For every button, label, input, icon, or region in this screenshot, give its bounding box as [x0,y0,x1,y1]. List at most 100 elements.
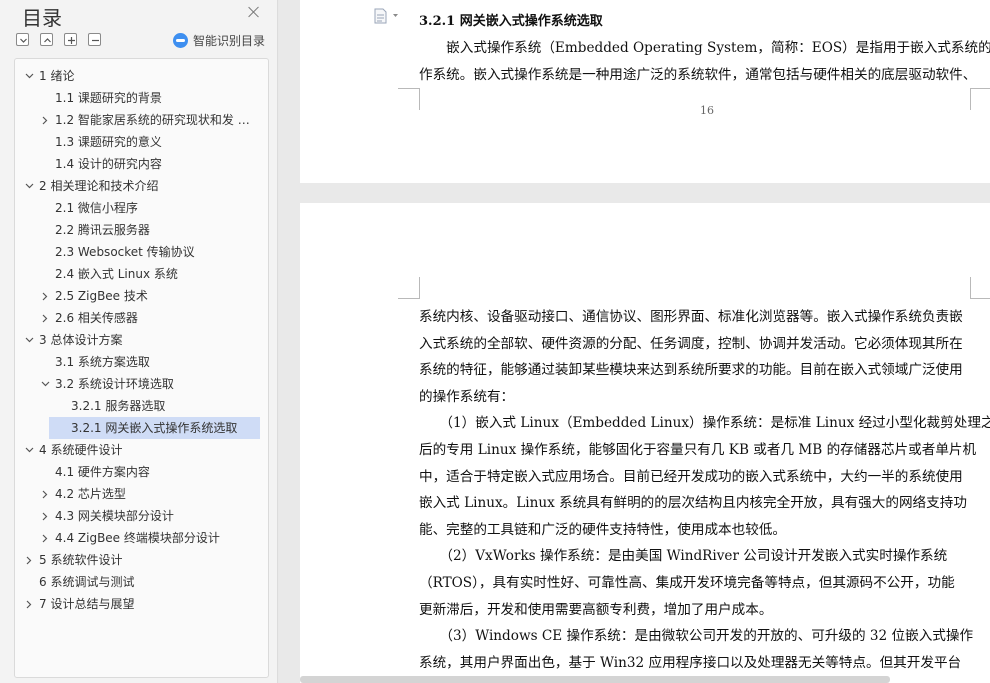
smart-toc-button[interactable]: 智能识别目录 [173,32,265,49]
toc-item[interactable]: 4.4 ZigBee 终端模块部分设计 [15,527,268,549]
paragraph-line: （2）VxWorks 操作系统：是由美国 WindRiver 公司设计开发嵌入式… [419,548,948,565]
paragraph-line: 能、完整的工具链和广泛的硬件支持特性，使用成本也较低。 [419,521,787,538]
toc-item-label: 1.1 课题研究的背景 [55,91,162,105]
toc-item[interactable]: 3.1 系统方案选取 [15,351,268,373]
toc-title: 目录 [22,6,62,30]
toc-item-label: 7 设计总结与展望 [39,597,135,611]
paragraph-line: 的操作系统有： [419,388,515,405]
toc-item-label: 4.4 ZigBee 终端模块部分设计 [55,531,220,545]
toc-item[interactable]: 4.2 芯片选型 [15,483,268,505]
toc-item-label: 2.2 腾讯云服务器 [55,223,150,237]
paragraph-line: 入式系统的全部软、硬件资源的分配、任务调度，控制、协调并发活动。它必须体现其所在 [419,335,963,352]
toc-item-label: 4.3 网关模块部分设计 [55,509,174,523]
collapse-icon[interactable] [88,33,101,46]
toc-item[interactable]: 4.1 硬件方案内容 [15,461,268,483]
paragraph-line: 作系统。嵌入式操作系统是一种用途广泛的系统软件，通常包括与硬件相关的底层驱动软件… [419,67,977,83]
toc-item[interactable]: 3.2 系统设计环境选取 [15,373,268,395]
paragraph-line: 系统内核、设备驱动接口、通信协议、图形界面、标准化浏览器等。嵌入式操作系统负责嵌 [419,309,963,325]
chevron-down-icon[interactable] [39,373,51,395]
paragraph-line: 系统，其用户界面出色，基于 Win32 应用程序接口以及处理器无关等特点。但其开… [419,654,962,671]
crop-mark [970,277,990,299]
toc-item[interactable]: 1.3 课题研究的意义 [15,131,268,153]
document-view: 3.2.1 网关嵌入式操作系统选取 嵌入式操作系统（Embedded Opera… [279,0,990,683]
toc-item-label: 4.2 芯片选型 [55,487,126,501]
paragraph-line: （1）嵌入式 Linux（Embedded Linux）操作系统：是标准 Lin… [419,415,990,432]
toc-toolbar [16,33,101,46]
toc-item-label: 5 系统软件设计 [39,553,123,567]
horizontal-scrollbar[interactable] [300,676,890,683]
paragraph-line: 系统的特征，能够通过装卸某些模块来达到系统所要求的功能。目前在嵌入式领域广泛使用 [419,362,963,379]
chevron-right-icon[interactable] [39,285,51,307]
toc-item-label: 1.3 课题研究的意义 [55,135,162,149]
chevron-right-icon[interactable] [39,109,51,131]
paragraph-line: 后的专用 Linux 操作系统，能够固化于容量只有几 KB 或者几 MB 的存储… [419,442,977,458]
toc-item-label: 3 总体设计方案 [39,333,123,347]
toc-item[interactable]: 1.2 智能家居系统的研究现状和发 … [15,109,268,131]
toc-item[interactable]: 3.2.1 服务器选取 [15,395,268,417]
toc-item[interactable]: 3 总体设计方案 [15,329,268,351]
toc-item-label: 1 绪论 [39,69,75,83]
toc-item[interactable]: 2.3 Websocket 传输协议 [15,241,268,263]
toc-item[interactable]: 2.5 ZigBee 技术 [15,285,268,307]
toc-item[interactable]: 7 设计总结与展望 [15,593,268,615]
close-icon[interactable] [246,4,262,20]
chevron-down-icon[interactable] [23,439,35,461]
toc-item[interactable]: 1.4 设计的研究内容 [15,153,268,175]
expand-icon[interactable] [64,33,77,46]
paragraph-line: 中，适合于特定嵌入式应用场合。目前已经开发成功的嵌入式系统中，大约一半的系统使用 [419,468,963,485]
toc-item-label: 3.2 系统设计环境选取 [55,377,174,391]
toc-item[interactable]: 4 系统硬件设计 [15,439,268,461]
paragraph-line: 嵌入式 Linux。Linux 系统具有鲜明的的层次结构且内核完全开放，具有强大… [419,495,967,512]
document-icon[interactable] [374,8,404,24]
paragraph-line: 更新滞后，开发和使用需要高额专利费，增加了用户成本。 [419,601,773,618]
toc-item-label: 3.1 系统方案选取 [55,355,150,369]
crop-mark [970,88,990,110]
toc-item-label: 2 相关理论和技术介绍 [39,179,159,193]
toc-item[interactable]: 2 相关理论和技术介绍 [15,175,268,197]
paragraph-line: （3）Windows CE 操作系统：是由微软公司开发的开放的、可升级的 32 … [419,628,974,645]
toc-item[interactable]: 2.6 相关传感器 [15,307,268,329]
chevron-right-icon[interactable] [39,505,51,527]
toc-item-label: 2.1 微信小程序 [55,201,138,215]
toc-item[interactable]: 4.3 网关模块部分设计 [15,505,268,527]
toc-item-label: 6 系统调试与测试 [39,575,135,589]
toc-item[interactable]: 2.2 腾讯云服务器 [15,219,268,241]
toc-item-label: 1.2 智能家居系统的研究现状和发 … [55,113,250,127]
collapse-level-icon[interactable] [40,33,53,46]
toc-item[interactable]: 6 系统调试与测试 [15,571,268,593]
chevron-right-icon[interactable] [39,527,51,549]
collapse-all-icon[interactable] [16,33,29,46]
toc-item[interactable]: 5 系统软件设计 [15,549,268,571]
chevron-down-icon[interactable] [23,329,35,351]
toc-item-label: 3.2.1 服务器选取 [71,399,166,413]
toc-item[interactable]: 2.4 嵌入式 Linux 系统 [15,263,268,285]
cloud-icon [173,33,188,48]
toc-item-label: 4.1 硬件方案内容 [55,465,150,479]
toc-item-label: 2.5 ZigBee 技术 [55,289,148,303]
toc-item-label: 3.2.1 网关嵌入式操作系统选取 [71,421,238,435]
smart-toc-label: 智能识别目录 [193,34,266,48]
chevron-right-icon[interactable] [39,307,51,329]
toc-tree: 1 绪论 1.1 课题研究的背景 1.2 智能家居系统的研究现状和发 … 1.3 课题… [14,58,269,678]
chevron-right-icon[interactable] [23,549,35,571]
toc-item-label: 2.3 Websocket 传输协议 [55,245,195,259]
page-17: 系统内核、设备驱动接口、通信协议、图形界面、标准化浏览器等。嵌入式操作系统负责嵌… [300,203,990,683]
toc-item[interactable]: 2.1 微信小程序 [15,197,268,219]
toc-sidebar: 目录 智能识别目录 1 绪论 1.1 课题研究的背景 1.2 智能家居系统的研究现状… [0,0,278,683]
paragraph-line: （RTOS），具有实时性好、可靠性高、集成开发环境完备等特点，但其源码不公开，功… [419,575,955,591]
toc-item-label: 2.6 相关传感器 [55,311,138,325]
toc-item[interactable]: 1.1 课题研究的背景 [15,87,268,109]
page-number: 16 [700,104,714,117]
toc-item-label: 4 系统硬件设计 [39,443,123,457]
chevron-right-icon[interactable] [23,593,35,615]
crop-mark [398,277,420,299]
chevron-right-icon[interactable] [39,483,51,505]
chevron-down-icon[interactable] [23,65,35,87]
page-16: 3.2.1 网关嵌入式操作系统选取 嵌入式操作系统（Embedded Opera… [300,0,990,183]
toc-item[interactable]: 1 绪论 [15,65,268,87]
chevron-down-icon[interactable] [23,175,35,197]
crop-mark [398,88,420,110]
toc-item[interactable]: 3.2.1 网关嵌入式操作系统选取 [49,417,260,439]
section-heading: 3.2.1 网关嵌入式操作系统选取 [419,14,603,29]
toc-item-label: 2.4 嵌入式 Linux 系统 [55,267,178,281]
